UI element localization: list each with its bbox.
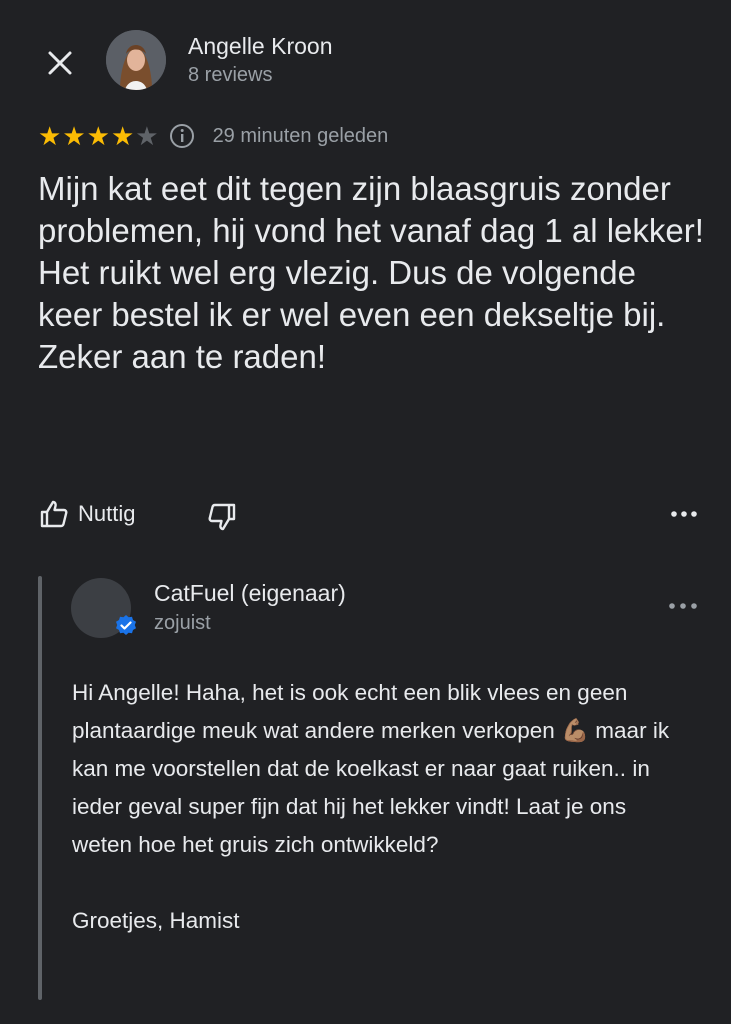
reply-divider bbox=[38, 576, 42, 1000]
review-actions: Nuttig bbox=[38, 498, 698, 538]
rating-row: ★ ★ ★ ★ ★ 29 minuten geleden bbox=[38, 122, 388, 150]
not-helpful-button[interactable] bbox=[206, 501, 238, 538]
info-icon[interactable] bbox=[169, 123, 195, 149]
close-icon bbox=[48, 51, 72, 75]
reply-text: Hi Angelle! Haha, het is ook echt een bl… bbox=[72, 680, 670, 933]
review-more-button[interactable] bbox=[670, 506, 698, 524]
reply-more-button[interactable] bbox=[668, 598, 698, 616]
helpful-label: Nuttig bbox=[78, 501, 136, 526]
reply-time: zojuist bbox=[154, 612, 211, 634]
star-filled-icon: ★ bbox=[110, 121, 135, 151]
review-text: Mijn kat eet dit tegen zijn blaasgruis z… bbox=[38, 170, 704, 375]
owner-name[interactable]: CatFuel (eigenaar) bbox=[154, 580, 346, 607]
close-button[interactable] bbox=[42, 45, 78, 81]
author-review-count: 8 reviews bbox=[188, 64, 273, 86]
more-icon bbox=[669, 603, 697, 609]
star-rating: ★ ★ ★ ★ ★ bbox=[38, 123, 159, 149]
review-header: Angelle Kroon 8 reviews bbox=[0, 0, 731, 110]
helpful-button[interactable]: Nuttig bbox=[38, 498, 135, 530]
star-filled-icon: ★ bbox=[86, 121, 110, 151]
review-time: 29 minuten geleden bbox=[212, 124, 389, 147]
more-icon bbox=[671, 511, 697, 517]
author-name[interactable]: Angelle Kroon bbox=[188, 33, 333, 60]
avatar[interactable] bbox=[106, 30, 166, 90]
verified-icon bbox=[116, 615, 136, 635]
star-empty-icon: ★ bbox=[135, 121, 159, 151]
thumbs-up-icon bbox=[40, 500, 68, 528]
star-filled-icon: ★ bbox=[62, 121, 86, 151]
owner-reply: CatFuel (eigenaar) zojuist Hi Angelle! H… bbox=[38, 576, 698, 1000]
thumbs-down-icon bbox=[208, 503, 236, 531]
star-filled-icon: ★ bbox=[38, 121, 62, 151]
